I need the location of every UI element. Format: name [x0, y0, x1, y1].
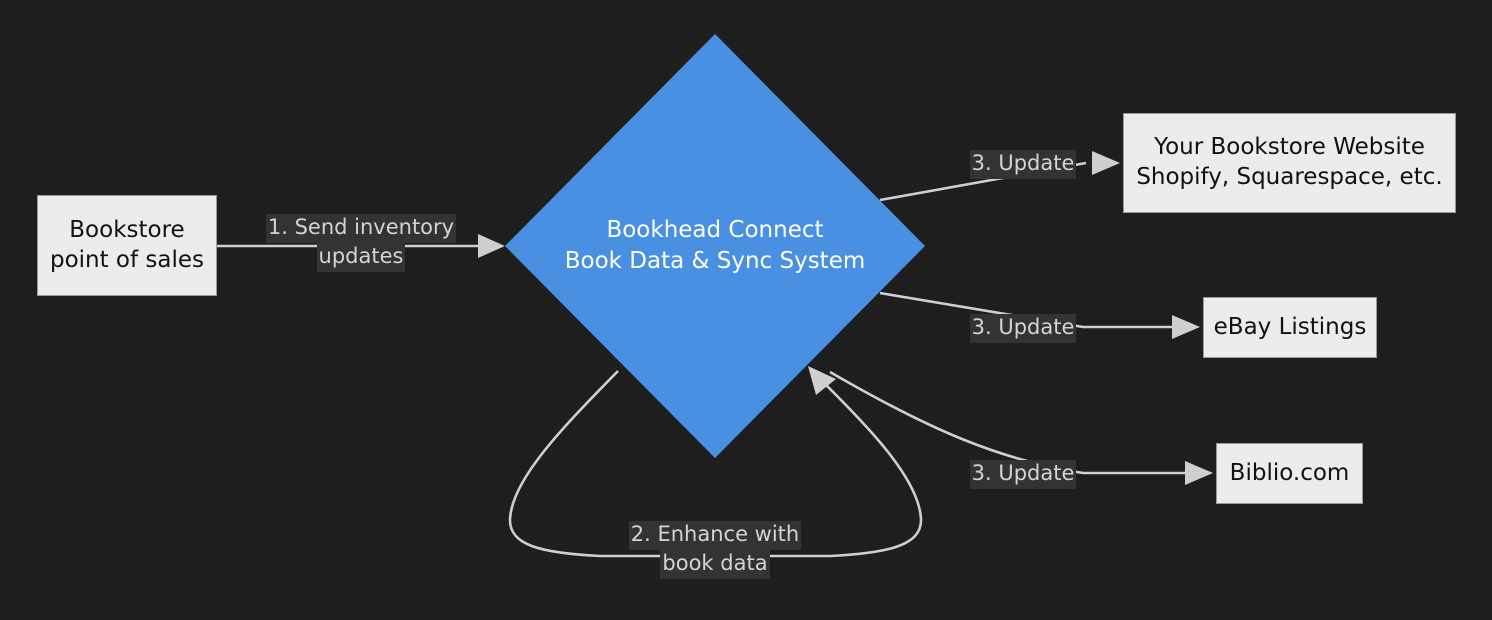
edge-label-pos-to-hub-line2: updates: [316, 243, 406, 272]
website-label-line2: Shopify, Squarespace, etc.: [1136, 164, 1443, 190]
edge-label-hub-to-ebay-line1: 3. Update: [969, 314, 1077, 343]
edge-label-hub-to-website: 3. Update: [962, 150, 1084, 179]
arrow-head-pos-to-hub: [478, 234, 505, 258]
biblio-label-line1: Biblio.com: [1229, 459, 1350, 486]
arrow-head-hub-to-biblio: [1185, 461, 1213, 485]
arrow-head-hub-to-website: [1092, 151, 1120, 175]
website-label-line1: Your Bookstore Website: [1154, 134, 1425, 161]
edge-label-pos-to-hub: 1. Send inventory updates: [256, 214, 466, 272]
arrow-head-hub-to-ebay: [1172, 315, 1200, 339]
ebay-label-line1: eBay Listings: [1213, 313, 1367, 340]
edge-label-hub-to-website-line1: 3. Update: [969, 150, 1077, 179]
edge-label-hub-to-ebay: 3. Update: [962, 314, 1084, 343]
pos-label-line1: Bookstore: [69, 216, 185, 243]
edge-label-hub-to-biblio-line1: 3. Update: [969, 460, 1077, 489]
node-ebay-listings[interactable]: eBay Listings: [1203, 297, 1377, 358]
diagram-canvas: Bookhead Connect Book Data & Sync System…: [0, 0, 1492, 620]
edge-label-hub-to-biblio: 3. Update: [962, 460, 1084, 489]
edge-label-hub-self-loop-line2: book data: [660, 550, 770, 579]
edge-label-hub-self-loop: 2. Enhance with book data: [615, 521, 815, 579]
node-bookstore-website[interactable]: Your Bookstore Website Shopify, Squaresp…: [1123, 113, 1456, 213]
node-biblio-com[interactable]: Biblio.com: [1216, 443, 1363, 504]
edge-label-hub-self-loop-line1: 2. Enhance with: [628, 521, 802, 550]
pos-label-line2: point of sales: [49, 246, 205, 273]
edge-label-pos-to-hub-line1: 1. Send inventory: [265, 214, 457, 243]
node-bookstore-pos[interactable]: Bookstore point of sales: [37, 195, 217, 296]
